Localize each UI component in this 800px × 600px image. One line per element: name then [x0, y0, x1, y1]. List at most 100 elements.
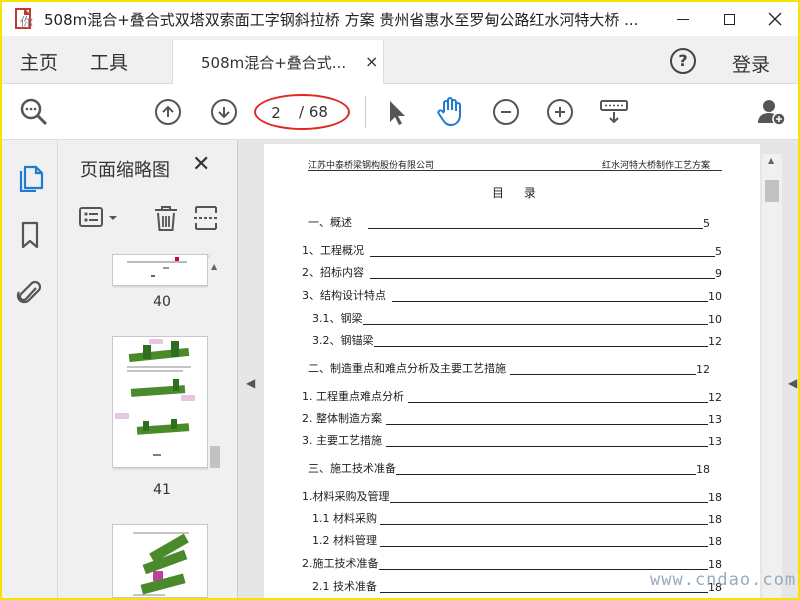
toc-entry-page: 13: [708, 435, 722, 448]
toc-entry[interactable]: 3.2、钢锚梁 12: [312, 332, 736, 348]
maximize-button[interactable]: [706, 2, 752, 36]
search-icon: [20, 98, 48, 126]
toc-entry-title: 1.2 材料管理: [312, 532, 377, 548]
share-user-button[interactable]: [754, 94, 790, 130]
paperclip-icon: [16, 280, 42, 304]
page-extract-icon: [194, 206, 218, 230]
thumbnail-preview: [115, 339, 195, 456]
toc-entry-title: 1.材料采购及管理: [302, 488, 390, 504]
toc-leader-line: [380, 524, 708, 525]
zoom-in-button[interactable]: [542, 94, 578, 130]
page-thumbnails-tab[interactable]: [16, 162, 44, 193]
document-scrollbar[interactable]: ▲: [762, 154, 782, 598]
toc-entry[interactable]: 2.施工技术准备 18: [302, 555, 736, 571]
close-window-button[interactable]: [752, 2, 798, 36]
extract-page-button[interactable]: [192, 204, 220, 236]
toc-entry-page: 5: [715, 245, 722, 258]
toolbar: 2 / 68: [2, 84, 798, 140]
minimize-icon: [677, 18, 689, 20]
red-annotation-ellipse: [254, 94, 350, 130]
menu-home[interactable]: 主页: [20, 48, 58, 75]
toc-leader-line: [390, 502, 708, 503]
toc-entry-page: 18: [708, 491, 722, 504]
toc-leader-line: [370, 256, 715, 257]
keyboard-down-icon: [600, 100, 628, 124]
scroll-up-icon[interactable]: ▲: [768, 156, 774, 165]
toc-leader-line: [392, 474, 696, 475]
toc-entry-title: 1. 工程重点难点分析: [302, 388, 404, 404]
hand-tool-button[interactable]: [432, 94, 468, 130]
toc-entry[interactable]: 3.1、钢梁 10: [312, 310, 736, 326]
toc-entry[interactable]: 3. 主要工艺措施 13: [302, 432, 736, 448]
thumbnail-scrollbar[interactable]: ▲: [208, 258, 222, 598]
minimize-button[interactable]: [660, 2, 706, 36]
toc-entry[interactable]: 2、招标内容 9: [302, 264, 736, 280]
toc-entry-page: 13: [708, 413, 722, 426]
scrollbar-thumb[interactable]: [210, 446, 220, 468]
maximize-icon: [723, 13, 735, 25]
toc-entry-page: 10: [708, 290, 722, 303]
menu-bar: 主页 工具 508m混合+叠合式... × ? 登录: [2, 36, 798, 84]
toc-entry-title: 三、施工技术准备: [308, 460, 396, 476]
toc-leader-line: [370, 278, 715, 279]
zoom-out-button[interactable]: [488, 94, 524, 130]
bookmarks-tab[interactable]: [16, 220, 44, 250]
page-layout-button[interactable]: [596, 94, 632, 130]
scroll-up-icon[interactable]: ▲: [211, 262, 217, 271]
thumbnail-page-42[interactable]: [112, 524, 208, 598]
document-tab[interactable]: 508m混合+叠合式... ×: [172, 40, 384, 84]
thumbnail-panel-title: 页面缩略图: [80, 160, 170, 181]
document-viewer: ◀ ◀ 江苏中泰桥梁钢构股份有限公司 红水河特大桥制作工艺方案 目 录 一、概述…: [238, 140, 798, 598]
attachments-tab[interactable]: [16, 278, 44, 308]
toc-title: 目 录: [492, 186, 544, 200]
toc-entry[interactable]: 2. 整体制造方案 13: [302, 410, 736, 426]
toc-entry[interactable]: 1.2 材料管理 18: [312, 532, 736, 548]
thumbnail-page-40[interactable]: [112, 254, 208, 286]
toc-entry[interactable]: 二、制造重点和难点分析及主要工艺措施 12: [308, 360, 724, 376]
toc-entry[interactable]: 3、结构设计特点 10: [302, 287, 736, 303]
search-button[interactable]: [16, 94, 52, 130]
site-watermark: www.cndao.com: [650, 570, 797, 590]
menu-tools[interactable]: 工具: [90, 48, 128, 75]
scrollbar-thumb[interactable]: [765, 180, 779, 202]
toc-entry-title: 2. 整体制造方案: [302, 410, 382, 426]
toc-entry[interactable]: 1. 工程重点难点分析 12: [302, 388, 736, 404]
close-icon: [768, 12, 782, 26]
toc-leader-line: [372, 346, 708, 347]
thumbnail-page-41[interactable]: [112, 336, 208, 468]
toc-entry[interactable]: 一、概述 5: [308, 214, 724, 230]
delete-page-button[interactable]: [152, 204, 180, 236]
select-tool-button[interactable]: [378, 94, 414, 130]
trash-icon: [155, 206, 177, 231]
toc-entry-title: 2、招标内容: [302, 264, 364, 280]
toc-entry-title: 1、工程概况: [302, 242, 364, 258]
toc-entry[interactable]: 1.1 材料采购 18: [312, 510, 736, 526]
toc-leader-line: [362, 324, 708, 325]
toc-entry-title: 二、制造重点和难点分析及主要工艺措施: [308, 360, 506, 376]
close-panel-button[interactable]: ✕: [192, 152, 210, 177]
toc-entry-title: 3. 主要工艺措施: [302, 432, 382, 448]
thumbnail-options-button[interactable]: [78, 204, 122, 236]
help-icon[interactable]: ?: [670, 48, 696, 74]
expand-right-panel-button[interactable]: ◀: [788, 376, 797, 390]
collapse-left-panel-button[interactable]: ◀: [246, 376, 255, 390]
thumbnail-label: 41: [153, 482, 171, 498]
add-user-icon: [758, 100, 786, 126]
toc-entry[interactable]: 1、工程概况 5: [302, 242, 736, 258]
toc-leader-line: [510, 374, 696, 375]
header-rule: [308, 170, 722, 171]
toc-entry[interactable]: 三、施工技术准备 18: [308, 460, 724, 476]
login-button[interactable]: 登录: [732, 50, 770, 77]
copy-pages-icon: [19, 165, 44, 193]
toc-leader-line: [380, 592, 708, 593]
toc-entry-page: 18: [708, 535, 722, 548]
tab-close-button[interactable]: ×: [365, 52, 378, 71]
toc-entry[interactable]: 1.材料采购及管理 18: [302, 488, 736, 504]
app-window: 你 508m混合+叠合式双塔双索面工字钢斜拉桥 方案 贵州省惠水至罗甸公路红水河…: [2, 2, 798, 598]
toolbar-divider: [365, 96, 366, 128]
previous-page-button[interactable]: [150, 94, 186, 130]
toc-entry-page: 10: [708, 313, 722, 326]
toc-entry-page: 12: [696, 363, 710, 376]
next-page-button[interactable]: [206, 94, 242, 130]
toc-leader-line: [408, 402, 708, 403]
